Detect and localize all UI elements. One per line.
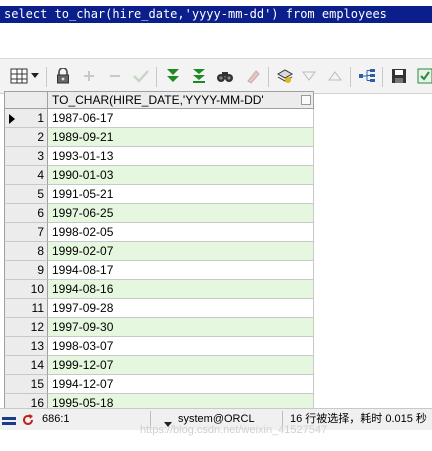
table-row[interactable]: 1 1987-06-17: [4, 109, 314, 128]
table-cell[interactable]: 1999-02-07: [48, 242, 314, 261]
watermark-text: https://blog.csdn.net/weixin_41527547: [140, 424, 328, 436]
table-row[interactable]: 15 1994-12-07: [4, 375, 314, 394]
table-row[interactable]: 9 1994-08-17: [4, 261, 314, 280]
row-number[interactable]: 14: [4, 356, 48, 375]
table-cell[interactable]: 1990-01-03: [48, 166, 314, 185]
next-icon[interactable]: [324, 65, 346, 87]
row-number-label: 13: [30, 339, 44, 353]
row-number-label: 12: [30, 320, 44, 334]
find-icon[interactable]: [214, 65, 236, 87]
fetch-next-page-icon[interactable]: [162, 65, 184, 87]
post-changes-icon[interactable]: [130, 65, 152, 87]
table-row[interactable]: 7 1998-02-05: [4, 223, 314, 242]
toolbar-separator: [350, 67, 351, 87]
cursor-position: 686:1: [42, 413, 70, 425]
table-cell[interactable]: 1991-05-21: [48, 185, 314, 204]
table-cell[interactable]: 1993-01-13: [48, 147, 314, 166]
toolbar-separator: [382, 67, 383, 87]
row-number[interactable]: 7: [4, 223, 48, 242]
query-by-example-icon[interactable]: [274, 65, 296, 87]
row-number-label: 8: [37, 244, 44, 258]
table-row[interactable]: 6 1997-06-25: [4, 204, 314, 223]
row-number[interactable]: 6: [4, 204, 48, 223]
grid-view-icon[interactable]: [8, 65, 30, 87]
row-number-label: 11: [31, 301, 44, 315]
row-number[interactable]: 15: [4, 375, 48, 394]
row-number[interactable]: 1: [4, 109, 48, 128]
table-cell[interactable]: 1997-09-30: [48, 318, 314, 337]
column-header[interactable]: TO_CHAR(HIRE_DATE,'YYYY-MM-DD': [48, 91, 314, 109]
row-number[interactable]: 2: [4, 128, 48, 147]
row-number[interactable]: 10: [4, 280, 48, 299]
delete-record-icon[interactable]: [104, 65, 126, 87]
print-icon[interactable]: [414, 65, 432, 87]
result-grid[interactable]: TO_CHAR(HIRE_DATE,'YYYY-MM-DD' 1 1987-06-…: [4, 91, 432, 413]
row-number-label: 6: [37, 206, 44, 220]
row-number-label: 4: [37, 168, 44, 182]
previous-icon[interactable]: [298, 65, 320, 87]
current-row-indicator-icon: [9, 114, 15, 124]
row-number[interactable]: 12: [4, 318, 48, 337]
table-cell[interactable]: 1994-12-07: [48, 375, 314, 394]
add-record-icon[interactable]: [78, 65, 100, 87]
table-row[interactable]: 13 1998-03-07: [4, 337, 314, 356]
row-number-label: 10: [30, 282, 44, 296]
sql-editor[interactable]: select to_char(hire_date,'yyyy-mm-dd') f…: [0, 0, 432, 30]
table-cell[interactable]: 1999-12-07: [48, 356, 314, 375]
lock-icon[interactable]: [52, 65, 74, 87]
table-cell[interactable]: 1989-09-21: [48, 128, 314, 147]
row-number[interactable]: 9: [4, 261, 48, 280]
refresh-icon[interactable]: [22, 413, 34, 433]
table-cell[interactable]: 1998-03-07: [48, 337, 314, 356]
table-cell[interactable]: 1998-02-05: [48, 223, 314, 242]
table-row[interactable]: 10 1994-08-16: [4, 280, 314, 299]
table-cell[interactable]: 1987-06-17: [48, 109, 314, 128]
export-icon[interactable]: [356, 65, 378, 87]
row-number[interactable]: 5: [4, 185, 48, 204]
table-cell[interactable]: 1994-08-16: [48, 280, 314, 299]
row-number[interactable]: 8: [4, 242, 48, 261]
row-number-label: 1: [37, 111, 44, 125]
row-number-label: 9: [37, 263, 44, 277]
row-number[interactable]: 13: [4, 337, 48, 356]
save-icon[interactable]: [388, 65, 410, 87]
toolbar-separator: [46, 67, 47, 87]
table-row[interactable]: 8 1999-02-07: [4, 242, 314, 261]
table-row[interactable]: 3 1993-01-13: [4, 147, 314, 166]
column-header-label: TO_CHAR(HIRE_DATE,'YYYY-MM-DD': [52, 93, 264, 107]
grid-corner[interactable]: [4, 91, 48, 109]
grid-header-row: TO_CHAR(HIRE_DATE,'YYYY-MM-DD': [4, 91, 322, 109]
row-number-label: 7: [37, 225, 44, 239]
table-cell[interactable]: 1997-06-25: [48, 204, 314, 223]
table-row[interactable]: 2 1989-09-21: [4, 128, 314, 147]
table-cell[interactable]: 1997-09-28: [48, 299, 314, 318]
row-number-label: 2: [37, 130, 44, 144]
row-number[interactable]: 3: [4, 147, 48, 166]
row-number-label: 3: [37, 149, 44, 163]
row-number[interactable]: 4: [4, 166, 48, 185]
editor-mode-icon: [2, 414, 16, 434]
row-number[interactable]: 11: [4, 299, 48, 318]
table-cell[interactable]: 1994-08-17: [48, 261, 314, 280]
dropdown-arrow-icon[interactable]: [28, 65, 42, 87]
column-menu-icon[interactable]: [301, 95, 311, 105]
toolbar-separator: [156, 67, 157, 87]
table-row[interactable]: 14 1999-12-07: [4, 356, 314, 375]
table-row[interactable]: 11 1997-09-28: [4, 299, 314, 318]
table-row[interactable]: 5 1991-05-21: [4, 185, 314, 204]
table-row[interactable]: 4 1990-01-03: [4, 166, 314, 185]
result-toolbar: [0, 58, 432, 94]
row-number-label: 5: [37, 187, 44, 201]
fetch-last-page-icon[interactable]: [188, 65, 210, 87]
clear-icon[interactable]: [242, 65, 264, 87]
sql-statement[interactable]: select to_char(hire_date,'yyyy-mm-dd') f…: [0, 6, 432, 23]
table-row[interactable]: 12 1997-09-30: [4, 318, 314, 337]
toolbar-separator: [268, 67, 269, 87]
row-number-label: 15: [30, 377, 44, 391]
row-number-label: 14: [30, 358, 44, 372]
